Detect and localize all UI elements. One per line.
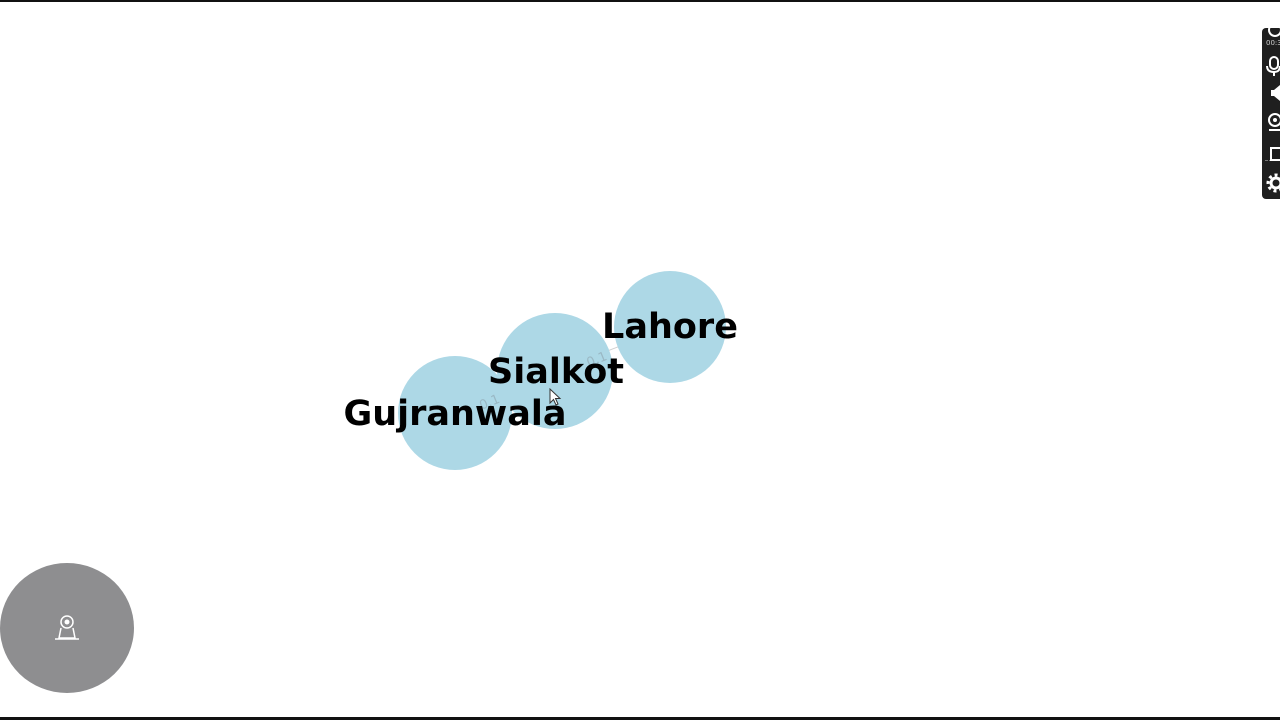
graph-canvas: 0.1 0.1 Lahore Sialkot Gujranwala — [343, 271, 738, 470]
record-icon — [1268, 28, 1280, 37]
settings-icon — [1266, 173, 1280, 193]
node-label-gujranwala: Gujranwala — [343, 394, 566, 434]
node-label-lahore: Lahore — [602, 307, 738, 347]
microphone-button[interactable] — [1262, 55, 1280, 77]
recording-timer: 00:3 — [1266, 39, 1280, 47]
mouse-cursor-icon — [549, 388, 562, 406]
screen: 0.1 0.1 Lahore Sialkot Gujranwala 00:3 — [0, 0, 1280, 720]
screen-icon — [1270, 147, 1280, 161]
webcam-overlay[interactable] — [0, 563, 134, 693]
settings-button[interactable] — [1262, 172, 1280, 194]
node-label-sialkot: Sialkot — [488, 352, 624, 392]
webcam-icon — [1268, 113, 1280, 131]
webcam-off-icon — [55, 615, 79, 640]
screen-button[interactable] — [1262, 145, 1280, 163]
recorder-toolbar: 00:3 — [1262, 28, 1280, 199]
speaker-button[interactable] — [1262, 84, 1280, 102]
microphone-icon — [1266, 56, 1280, 76]
webcam-button[interactable] — [1262, 111, 1280, 133]
record-button[interactable] — [1262, 28, 1280, 38]
speaker-icon — [1271, 85, 1280, 101]
